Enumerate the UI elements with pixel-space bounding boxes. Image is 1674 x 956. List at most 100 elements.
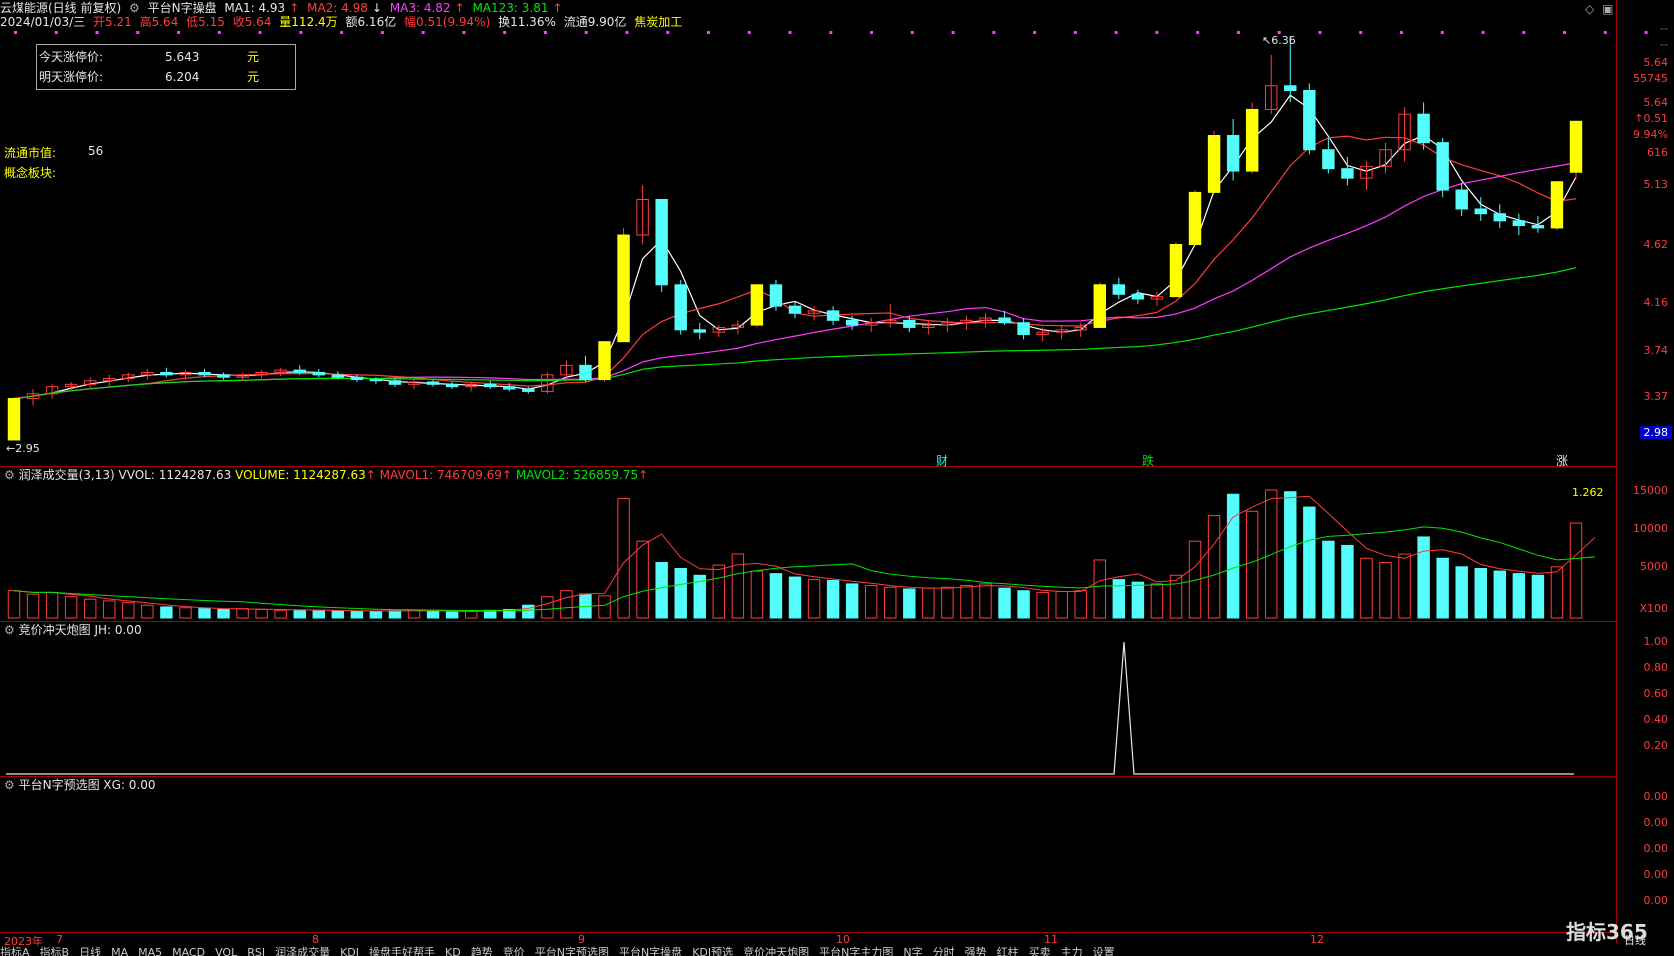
candle-body: [693, 329, 706, 333]
candle-body: [388, 380, 402, 385]
candle-body: [1284, 85, 1297, 91]
candle-body: [1455, 189, 1468, 210]
tab-15[interactable]: 平台N字操盘: [619, 946, 682, 956]
signal-dot: [951, 31, 955, 34]
candle-body: [769, 284, 783, 307]
tab-16[interactable]: KDJ预选: [692, 946, 733, 956]
mavol-line-1: [13, 526, 1596, 612]
candle-body: [750, 284, 764, 326]
signal-dot: [584, 31, 588, 34]
signal-dot: [1440, 31, 1444, 34]
tab-6[interactable]: VOL: [215, 946, 237, 956]
signal-dot: [747, 31, 751, 34]
tab-17[interactable]: 竞价冲天炮图: [743, 946, 809, 956]
tab-7[interactable]: RSI: [247, 946, 265, 956]
volume-bar: [884, 586, 897, 619]
tab-13[interactable]: 竞价: [503, 946, 525, 956]
tab-11[interactable]: KD: [445, 946, 461, 956]
jh-tick: 0.80: [1643, 661, 1669, 674]
tab-3[interactable]: MA: [111, 946, 128, 956]
candle-body: [1112, 284, 1126, 295]
tab-19[interactable]: N字: [903, 946, 922, 956]
volume-bar: [198, 608, 211, 619]
settings-icon[interactable]: ⚙: [4, 468, 15, 482]
price-axis: -- -- 5.64 55745 5.64 ↑0.51 9.94% 616 5.…: [1618, 0, 1674, 466]
tab-23[interactable]: 买卖: [1029, 946, 1051, 956]
tab-24[interactable]: 主力: [1061, 946, 1083, 956]
candle-body: [1226, 135, 1240, 172]
signal-dot: [299, 31, 303, 34]
tab-9[interactable]: KDJ: [340, 946, 359, 956]
settings-icon[interactable]: ⚙: [4, 778, 15, 792]
signal-dot: [992, 31, 996, 34]
volume-bar: [941, 586, 954, 619]
volume-bar: [1531, 574, 1545, 619]
candle-body: [903, 319, 916, 328]
volume-bar: [1093, 559, 1106, 619]
tab-2[interactable]: 日线: [79, 946, 101, 956]
event-die[interactable]: 跌: [1142, 452, 1154, 469]
volume-bar: [1550, 566, 1564, 619]
xg-panel-title[interactable]: ⚙ 平台N字预选图 XG: 0.00: [4, 777, 156, 793]
volume-bar: [1436, 557, 1449, 619]
candle-body: [1474, 208, 1487, 215]
price-tick: 5.13: [1643, 178, 1669, 191]
event-cai[interactable]: 财: [936, 452, 948, 469]
event-zhang[interactable]: 涨: [1556, 452, 1568, 469]
volume-bar: [1245, 510, 1259, 619]
mavol-line-0: [13, 495, 1596, 612]
tab-8[interactable]: 润泽成交量: [275, 946, 330, 956]
volume-bar: [1131, 581, 1145, 619]
candle-body: [1512, 220, 1526, 227]
candle-body: [1550, 181, 1564, 229]
tab-18[interactable]: 平台N字主力图: [819, 946, 893, 956]
jh-panel-title[interactable]: ⚙ 竞价冲天炮图 JH: 0.00: [4, 622, 142, 638]
signal-dot: [421, 31, 425, 34]
signal-dot: [1155, 31, 1159, 34]
volume-bar: [750, 570, 764, 619]
volume-bar: [1017, 590, 1030, 619]
volume-bar: [122, 602, 135, 619]
volume-bar: [350, 610, 364, 619]
tab-5[interactable]: MACD: [172, 946, 205, 956]
volume-bar: [674, 568, 687, 619]
tab-0[interactable]: 指标A: [0, 946, 30, 956]
volume-bar: [64, 596, 78, 619]
candle-body: [1093, 284, 1106, 328]
volume-bar: [922, 587, 935, 619]
volume-bar: [255, 608, 268, 619]
tab-25[interactable]: 设置: [1093, 946, 1115, 956]
volume-bar: [141, 604, 154, 619]
vvol-value: VVOL: 1124287.63: [118, 468, 232, 482]
volume-bar: [160, 606, 173, 619]
volume-bar: [274, 609, 287, 619]
low-price-mark: ←2.95: [6, 442, 40, 455]
tab-21[interactable]: 强势: [965, 946, 987, 956]
candle-body: [1303, 89, 1316, 151]
volume-bar: [826, 579, 840, 619]
tab-4[interactable]: MA5: [138, 946, 162, 956]
settings-icon[interactable]: ⚙: [4, 623, 15, 637]
volume-bar: [331, 610, 345, 619]
candle-body: [331, 374, 345, 378]
candle-body: [674, 284, 687, 331]
signal-dot: [1399, 31, 1403, 34]
tab-14[interactable]: 平台N字预选图: [535, 946, 609, 956]
signal-dot: [503, 31, 507, 34]
signal-dot: [706, 31, 710, 34]
ma-line-0: [13, 94, 1577, 400]
volume-bar: [903, 588, 916, 619]
axis-top-value: 9.94%: [1633, 128, 1668, 141]
volume-bar: [369, 610, 383, 619]
tab-1[interactable]: 指标B: [40, 946, 70, 956]
tab-10[interactable]: 操盘手好帮手: [369, 946, 435, 956]
volume-panel-title[interactable]: ⚙ 润泽成交量(3,13) VVOL: 1124287.63 VOLUME: 1…: [4, 467, 648, 483]
candle-body: [998, 317, 1011, 324]
tab-12[interactable]: 趋势: [471, 946, 493, 956]
tab-22[interactable]: 红柱: [997, 946, 1019, 956]
signal-dot: [910, 31, 914, 34]
volume-bar: [103, 600, 116, 619]
tab-20[interactable]: 分时: [933, 946, 955, 956]
candle-body: [484, 383, 497, 388]
volume-bar: [1341, 544, 1354, 619]
